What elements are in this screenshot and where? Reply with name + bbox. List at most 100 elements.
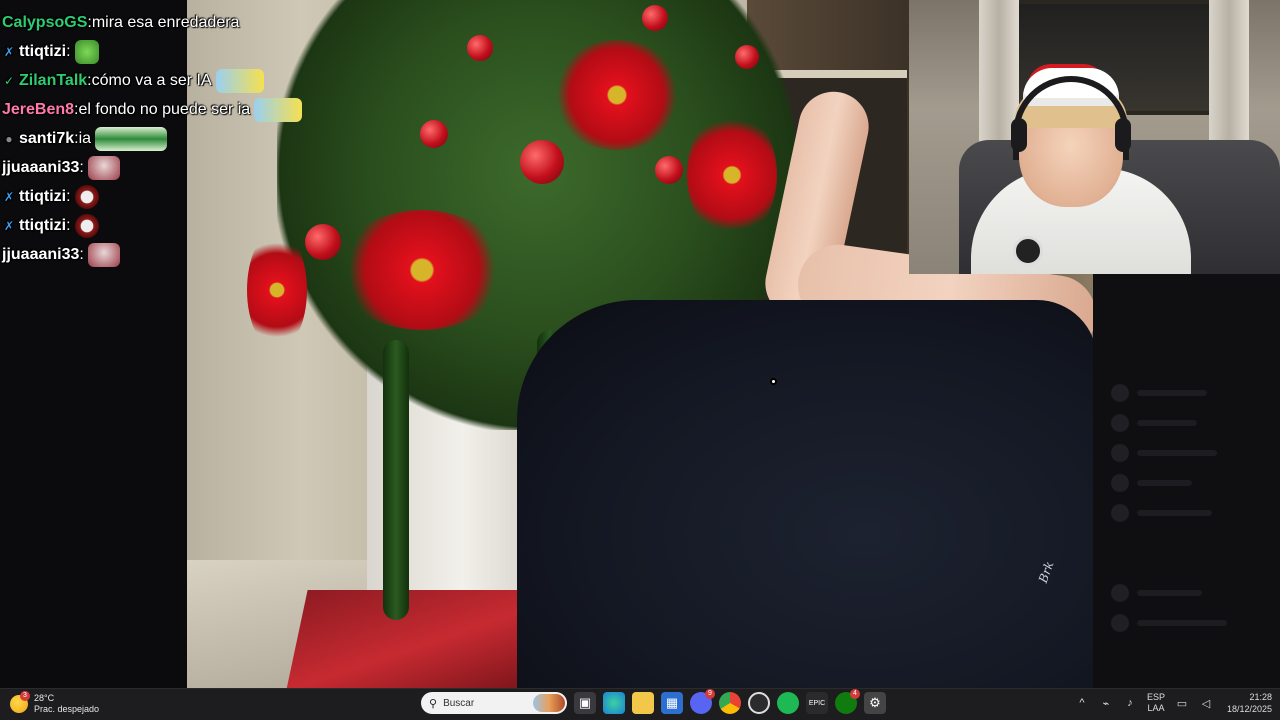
pepe-emote (74, 39, 99, 64)
avatar (1111, 444, 1129, 462)
chat-username[interactable]: CalypsoGS (2, 13, 87, 33)
chat-message: ✓ ZilanTalk: cómo va a ser IA (2, 66, 342, 95)
volume-icon[interactable]: ◁ (1199, 697, 1213, 710)
chat-message: CalypsoGS: mira esa enredadera (2, 8, 342, 37)
mouse-cursor (770, 378, 777, 385)
chat-text: ia (78, 129, 92, 147)
ring-emote (74, 184, 99, 209)
member-name-placeholder (1137, 510, 1212, 516)
chat-message: JereBen8: el fondo no puede ser ia (2, 95, 342, 124)
ornament (655, 156, 683, 184)
person-legs (517, 300, 1093, 688)
chat-message: jjuaaani33: (2, 240, 342, 269)
discord-icon[interactable]: 9 (690, 689, 715, 714)
chat-username[interactable]: ttiqtizi (19, 216, 66, 236)
avatar (1111, 474, 1129, 492)
sun-icon: 3 (10, 691, 30, 713)
clock[interactable]: 21:28 18/12/2025 (1227, 691, 1272, 715)
chat-separator: : (79, 158, 84, 176)
chat-text: mira esa enredadera (91, 13, 240, 31)
ornament (520, 140, 564, 184)
chat-separator: : (79, 245, 84, 263)
weather-widget[interactable]: 3 28°C Prac. despejado (10, 691, 100, 715)
santa-emote (87, 155, 120, 180)
settings-icon[interactable]: ⚙ (864, 692, 886, 714)
member-row (1111, 584, 1202, 602)
chat-username[interactable]: jjuaaani33 (2, 245, 79, 265)
weather-description: Prac. despejado (34, 704, 100, 714)
chat-text: el fondo no puede ser ia (78, 100, 251, 118)
chat-username[interactable]: jjuaaani33 (2, 158, 79, 178)
sword-badge-icon: ✗ (3, 44, 15, 59)
search-highlight-image (533, 694, 565, 712)
member-name-placeholder (1137, 450, 1217, 456)
store-icon[interactable]: ▦ (661, 692, 683, 714)
edge-icon[interactable] (603, 692, 625, 714)
language-switcher[interactable]: ESP LAA (1147, 692, 1165, 714)
language-primary: ESP (1146, 692, 1165, 702)
xbox-icon[interactable]: 4 (835, 689, 860, 714)
avatar (1111, 504, 1129, 522)
avatar (1111, 384, 1129, 402)
search-box[interactable]: ⚲ Buscar (421, 692, 567, 714)
chat-username[interactable]: ttiqtizi (19, 187, 66, 207)
discord-badge: 9 (705, 689, 715, 699)
chat-text: cómo va a ser IA (91, 71, 212, 89)
spotify-icon[interactable] (777, 692, 799, 714)
wide-emote (95, 126, 168, 151)
chat-username[interactable]: santi7k (19, 129, 74, 149)
ornament (642, 5, 668, 31)
file-explorer-icon[interactable] (632, 692, 654, 714)
chat-message: jjuaaani33: (2, 153, 342, 182)
search-placeholder: Buscar (443, 697, 475, 709)
chat-message: ✗ ttiqtizi: (2, 182, 342, 211)
sword-badge-icon: ✗ (3, 189, 15, 204)
avatar (1111, 614, 1129, 632)
circle-badge-icon: ● (5, 131, 13, 146)
xbox-badge: 4 (850, 689, 860, 699)
member-row (1111, 504, 1212, 522)
avatar (1111, 414, 1129, 432)
chat-username[interactable]: ZilanTalk (19, 71, 87, 91)
shirt-crest (1013, 236, 1043, 266)
member-row (1111, 474, 1192, 492)
task-view-icon[interactable]: ▣ (574, 692, 596, 714)
weather-temperature: 28°C (34, 693, 55, 703)
member-name-placeholder (1137, 620, 1227, 626)
start-button[interactable] (392, 692, 414, 714)
sword-badge-icon: ✗ (3, 218, 15, 233)
headset-earcup (1115, 118, 1131, 152)
santa-emote (87, 242, 120, 267)
member-name-placeholder (1137, 390, 1207, 396)
ornament (467, 35, 493, 61)
member-name-placeholder (1137, 420, 1197, 426)
display-icon[interactable]: ▭ (1175, 697, 1189, 710)
member-name-placeholder (1137, 480, 1192, 486)
poinsettia (552, 40, 682, 150)
obs-icon[interactable] (748, 692, 770, 714)
member-name-placeholder (1137, 590, 1202, 596)
network-off-icon[interactable]: ⌁ (1099, 697, 1113, 710)
avatar (1111, 584, 1129, 602)
chat-message: ✗ ttiqtizi: (2, 37, 342, 66)
webcam-overlay (909, 0, 1280, 274)
chat-username[interactable]: JereBen8 (2, 100, 74, 120)
curtain (1209, 0, 1249, 150)
weather-badge: 3 (20, 691, 30, 701)
headset-earcup (1011, 118, 1027, 152)
microphone-icon[interactable]: ♪ (1123, 697, 1137, 709)
epic-games-icon[interactable]: EPIC (806, 692, 828, 714)
chat-separator: : (66, 216, 71, 234)
clock-time: 21:28 (1249, 692, 1272, 702)
ornament (735, 45, 759, 69)
chrome-icon[interactable] (719, 692, 741, 714)
language-secondary: LAA (1147, 703, 1165, 713)
verified-badge-icon: ✓ (3, 73, 15, 88)
chat-separator: : (66, 42, 71, 60)
cat-emote (215, 68, 264, 93)
chevron-up-icon[interactable]: ^ (1075, 697, 1089, 709)
chat-separator: : (66, 187, 71, 205)
chat-username[interactable]: ttiqtizi (19, 42, 66, 62)
chat-message: ● santi7k: ia (2, 124, 342, 153)
cat-emote (254, 97, 303, 122)
